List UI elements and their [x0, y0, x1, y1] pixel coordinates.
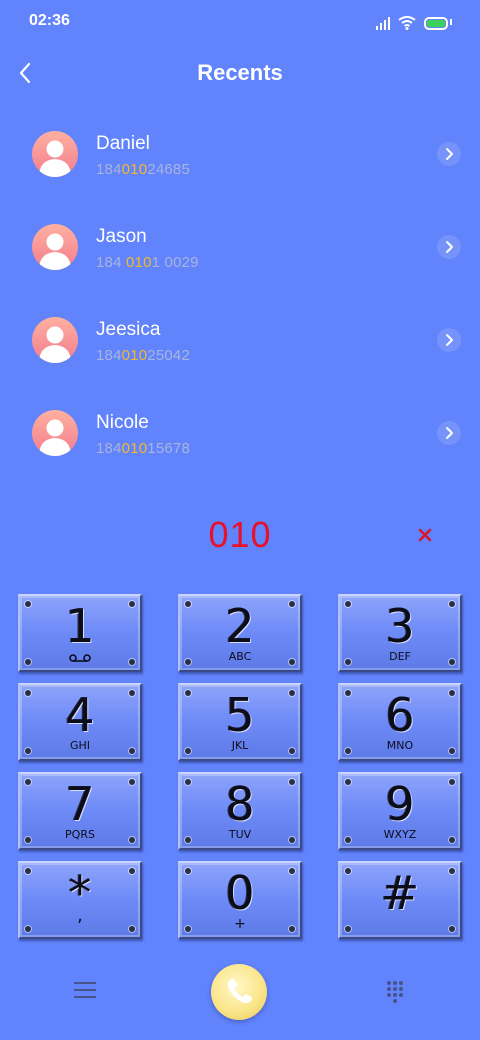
number-match-highlight: 010: [121, 347, 148, 364]
chevron-right-icon: [446, 427, 453, 439]
voicemail-icon: [69, 654, 91, 662]
contact-detail-button[interactable]: [437, 142, 461, 166]
contact-detail-button[interactable]: [437, 328, 461, 352]
chevron-right-icon: [446, 241, 453, 253]
number-suffix: 25042: [147, 347, 190, 364]
key-digit: 8: [225, 777, 255, 831]
key-digit: 6: [385, 688, 415, 742]
recent-contact-row[interactable]: Jeesica 18401025042: [0, 303, 480, 396]
key-8[interactable]: 8 TUV: [178, 772, 302, 850]
person-silhouette-icon: [39, 233, 71, 270]
key-digit: 0: [225, 866, 255, 920]
menu-icon: [74, 982, 96, 998]
status-bar: 02:36: [0, 0, 480, 44]
number-prefix: 184: [96, 254, 126, 271]
chevron-right-icon: [446, 334, 453, 346]
dialpad-button[interactable]: [385, 980, 405, 1004]
key-digit: 2: [225, 599, 255, 653]
battery-icon: [424, 17, 448, 30]
key-letters: DEF: [389, 650, 411, 663]
dialed-number-display: 010: [208, 514, 272, 555]
key-1[interactable]: 1: [18, 594, 142, 672]
key-7[interactable]: 7 PQRS: [18, 772, 142, 850]
status-time: 02:36: [29, 12, 70, 29]
key-0[interactable]: 0 +: [178, 861, 302, 939]
close-icon: [418, 528, 432, 542]
key-letters: ,: [77, 905, 83, 926]
key-digit: 9: [385, 777, 415, 831]
person-silhouette-icon: [39, 326, 71, 363]
number-match-highlight: 010: [121, 440, 148, 457]
delete-digit-button[interactable]: [412, 522, 438, 548]
key-digit: 3: [385, 599, 415, 653]
person-silhouette-icon: [39, 140, 71, 177]
contact-number: 18401025042: [96, 347, 190, 364]
call-button[interactable]: [211, 964, 267, 1020]
recent-contact-row[interactable]: Jason 184 0101 0029: [0, 210, 480, 303]
number-suffix: 15678: [147, 440, 190, 457]
key-digit: 7: [65, 777, 95, 831]
number-prefix: 184: [96, 161, 122, 178]
key-letters: JKL: [231, 739, 249, 752]
key-letters: WXYZ: [383, 828, 417, 841]
key-star[interactable]: * ,: [18, 861, 142, 939]
avatar: [32, 410, 78, 456]
number-suffix: 24685: [147, 161, 190, 178]
dialpad-icon: [387, 981, 403, 1003]
key-5[interactable]: 5 JKL: [178, 683, 302, 761]
bottom-bar: [0, 960, 480, 1030]
contact-number: 18401024685: [96, 161, 190, 178]
key-letters: GHI: [69, 739, 91, 752]
key-letters: MNO: [386, 739, 414, 752]
key-4[interactable]: 4 GHI: [18, 683, 142, 761]
key-digit: 1: [65, 599, 95, 653]
signal-bars-icon: [376, 17, 390, 30]
key-digit: 4: [65, 688, 95, 742]
contact-name: Jeesica: [96, 319, 161, 340]
contact-number: 184 0101 0029: [96, 254, 199, 271]
avatar: [32, 224, 78, 270]
recent-contact-row[interactable]: Daniel 18401024685: [0, 117, 480, 210]
contact-name: Jason: [96, 226, 147, 247]
number-prefix: 184: [96, 347, 122, 364]
key-hash[interactable]: #: [338, 861, 462, 939]
contact-name: Daniel: [96, 133, 150, 154]
key-2[interactable]: 2 ABC: [178, 594, 302, 672]
menu-button[interactable]: [74, 982, 96, 1002]
contact-detail-button[interactable]: [437, 235, 461, 259]
avatar: [32, 131, 78, 177]
key-letters: TUV: [228, 828, 252, 841]
key-letters: PQRS: [65, 828, 95, 841]
wifi-icon: [398, 16, 416, 30]
contact-name: Nicole: [96, 412, 149, 433]
key-9[interactable]: 9 WXYZ: [338, 772, 462, 850]
header: Recents: [0, 52, 480, 94]
number-suffix: 1 0029: [151, 254, 199, 271]
status-icons: [376, 14, 452, 30]
key-letters: ABC: [228, 650, 252, 663]
key-letters: +: [234, 916, 246, 932]
key-3[interactable]: 3 DEF: [338, 594, 462, 672]
contact-detail-button[interactable]: [437, 421, 461, 445]
key-6[interactable]: 6 MNO: [338, 683, 462, 761]
chevron-right-icon: [446, 148, 453, 160]
person-silhouette-icon: [39, 419, 71, 456]
contact-number: 18401015678: [96, 440, 190, 457]
phone-icon: [227, 978, 253, 1004]
number-prefix: 184: [96, 440, 122, 457]
number-match-highlight: 010: [121, 161, 148, 178]
recents-list: Daniel 18401024685 Jason 184 0101 0029 J…: [0, 117, 480, 489]
number-match-highlight: 010: [126, 254, 152, 271]
battery-nub: [450, 19, 452, 25]
page-title: Recents: [197, 60, 283, 85]
key-digit: 5: [225, 688, 255, 742]
recent-contact-row[interactable]: Nicole 18401015678: [0, 396, 480, 489]
key-digit: #: [380, 866, 420, 920]
avatar: [32, 317, 78, 363]
